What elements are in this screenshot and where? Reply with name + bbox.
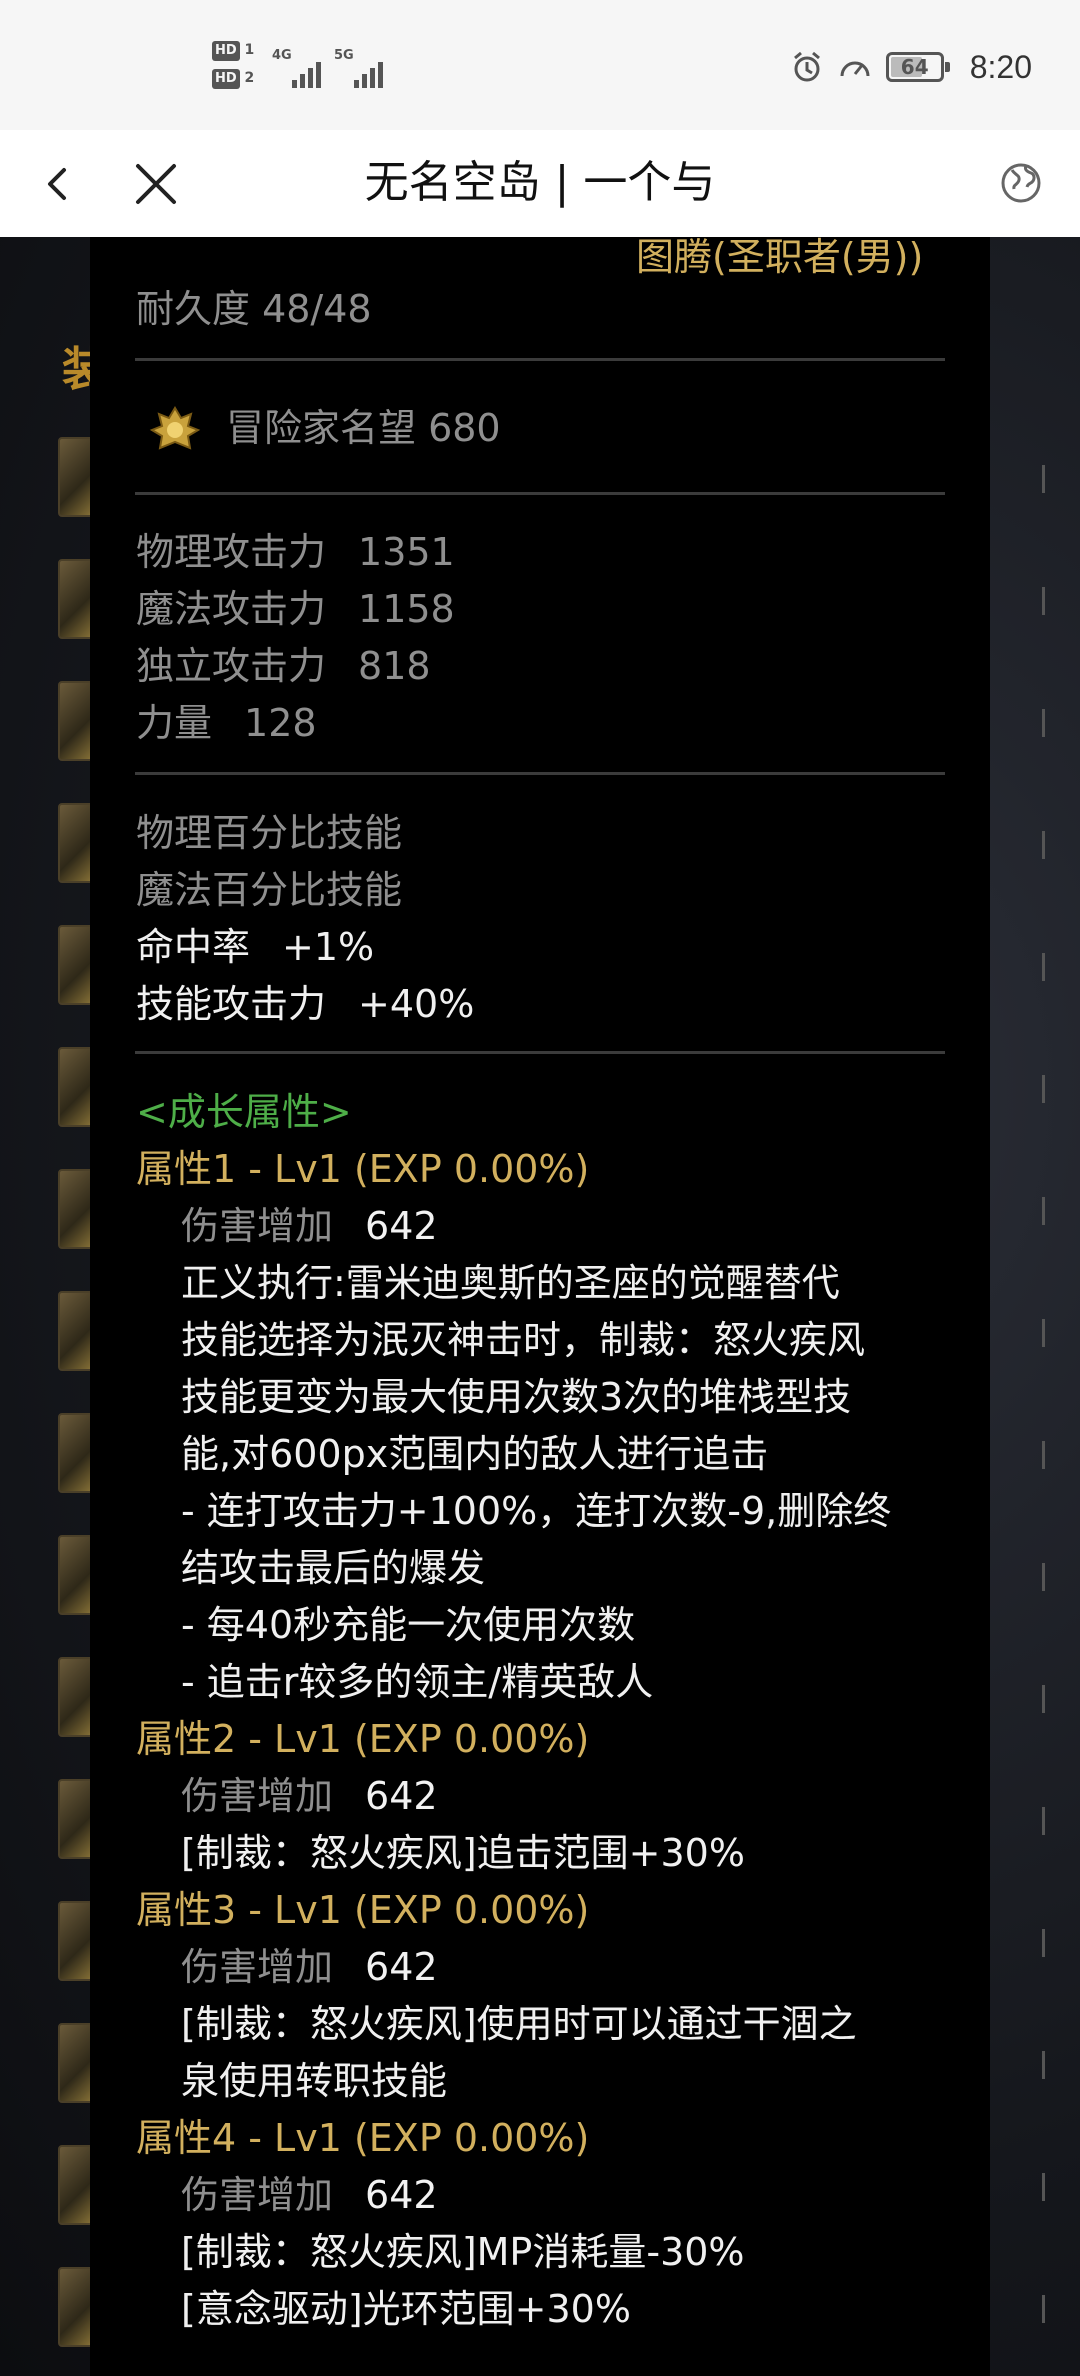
row-edge-marker — [1042, 953, 1052, 981]
signal-strength-icon — [354, 58, 383, 88]
row-edge-marker — [1042, 1685, 1052, 1713]
divider — [135, 492, 945, 495]
row-edge-marker — [1042, 2295, 1052, 2323]
attr1-desc-line: 正义执行:雷米迪奥斯的圣座的觉醒替代 — [181, 1261, 840, 1305]
attr1-title: 属性1 - Lv1 (EXP 0.00%) — [136, 1147, 590, 1191]
row-edge-marker — [1042, 1197, 1052, 1225]
attr3-desc-line: [制裁：怒火疾风]使用时可以通过干涸之 — [181, 2002, 857, 2046]
status-icons: 64 8:20 — [790, 44, 1032, 90]
stat-physical-attack: 物理攻击力 1351 — [136, 530, 455, 574]
attr1-desc-line: 结攻击最后的爆发 — [181, 1546, 486, 1590]
attr3-damage: 伤害增加 642 — [181, 1945, 438, 1989]
row-edge-marker — [1042, 1563, 1052, 1591]
back-button[interactable] — [28, 154, 88, 214]
row-edge-marker — [1042, 1319, 1052, 1347]
browser-title-bar: 无名空岛 | 一个与 — [0, 130, 1080, 237]
attr1-desc-line: 技能选择为泯灭神击时，制裁：怒火疾风 — [181, 1318, 866, 1362]
alarm-icon — [790, 50, 824, 84]
class-line: 图腾(圣职者(男)) — [636, 235, 924, 279]
row-edge-marker — [1042, 709, 1052, 737]
signal-indicators: HD 1 HD 2 4G 5G — [212, 38, 392, 94]
attr4-damage: 伤害增加 642 — [181, 2173, 438, 2217]
clock: 8:20 — [969, 48, 1032, 85]
chevron-left-icon — [48, 168, 66, 200]
battery-icon: 64 — [885, 52, 950, 82]
attr3-title: 属性3 - Lv1 (EXP 0.00%) — [136, 1888, 590, 1932]
stat-magic-attack: 魔法攻击力 1158 — [136, 587, 455, 631]
hit-rate: 命中率 +1% — [136, 925, 375, 969]
signal-strength-icon — [292, 58, 321, 88]
row-edge-marker — [1042, 1075, 1052, 1103]
divider — [135, 358, 945, 361]
reputation: 冒险家名望 680 — [226, 406, 501, 450]
speedometer-icon — [838, 50, 872, 84]
durability: 耐久度 48/48 — [136, 287, 372, 331]
row-edge-marker — [1042, 831, 1052, 859]
growth-header: <成长属性> — [136, 1090, 352, 1134]
stat-strength: 力量 128 — [136, 701, 317, 745]
attr1-desc-line: 技能更变为最大使用次数3次的堆栈型技 — [181, 1375, 852, 1419]
stat-independent-attack: 独立攻击力 818 — [136, 644, 431, 688]
item-tooltip: 图腾(圣职者(男)) 耐久度 48/48 冒险家名望 680 物理攻击力 1351… — [90, 235, 990, 2376]
divider — [135, 772, 945, 775]
sim2-hd-badge: HD 2 — [212, 68, 258, 89]
attr4-desc-line: [制裁：怒火疾风]MP消耗量-30% — [181, 2230, 745, 2274]
globe-button[interactable] — [990, 152, 1052, 214]
row-edge-marker — [1042, 1929, 1052, 1957]
attr1-desc-line: - 追击r较多的领主/精英敌人 — [181, 1660, 654, 1704]
row-edge-marker — [1042, 465, 1052, 493]
network-type-2: 5G — [334, 48, 354, 63]
row-edge-marker — [1042, 2051, 1052, 2079]
sim1-hd-badge: HD 1 — [212, 40, 258, 61]
attr4-title: 属性4 - Lv1 (EXP 0.00%) — [136, 2116, 590, 2160]
attr4-desc-line: [意念驱动]光环范围+30% — [181, 2287, 631, 2331]
row-edge-marker — [1042, 1441, 1052, 1469]
skill-attack: 技能攻击力 +40% — [136, 982, 475, 1026]
magic-percent-skill: 魔法百分比技能 — [136, 868, 403, 912]
row-edge-marker — [1042, 587, 1052, 615]
attr1-desc-line: - 每40秒充能一次使用次数 — [181, 1603, 636, 1647]
attr1-desc-line: - 连打攻击力+100%，连打次数-9,删除终 — [181, 1489, 892, 1533]
attr2-desc-line: [制裁：怒火疾风]追击范围+30% — [181, 1831, 745, 1875]
attr2-title: 属性2 - Lv1 (EXP 0.00%) — [136, 1717, 590, 1761]
physical-percent-skill: 物理百分比技能 — [136, 811, 403, 855]
close-button[interactable] — [126, 154, 186, 214]
globe-icon — [1001, 163, 1041, 203]
attr1-damage: 伤害增加 642 — [181, 1204, 438, 1248]
network-type-1: 4G — [272, 48, 292, 63]
divider — [135, 1051, 945, 1054]
attr3-desc-line: 泉使用转职技能 — [181, 2059, 448, 2103]
attr1-desc-line: 能,对600px范围内的敌人进行追击 — [181, 1432, 769, 1476]
attr2-damage: 伤害增加 642 — [181, 1774, 438, 1818]
row-edge-marker — [1042, 1807, 1052, 1835]
crest-icon — [149, 406, 201, 450]
row-edge-marker — [1042, 2173, 1052, 2201]
page-title: 无名空岛 | 一个与 — [364, 157, 716, 208]
status-bar: HD 1 HD 2 4G 5G 64 8:20 — [0, 0, 1080, 130]
close-icon — [136, 164, 176, 204]
